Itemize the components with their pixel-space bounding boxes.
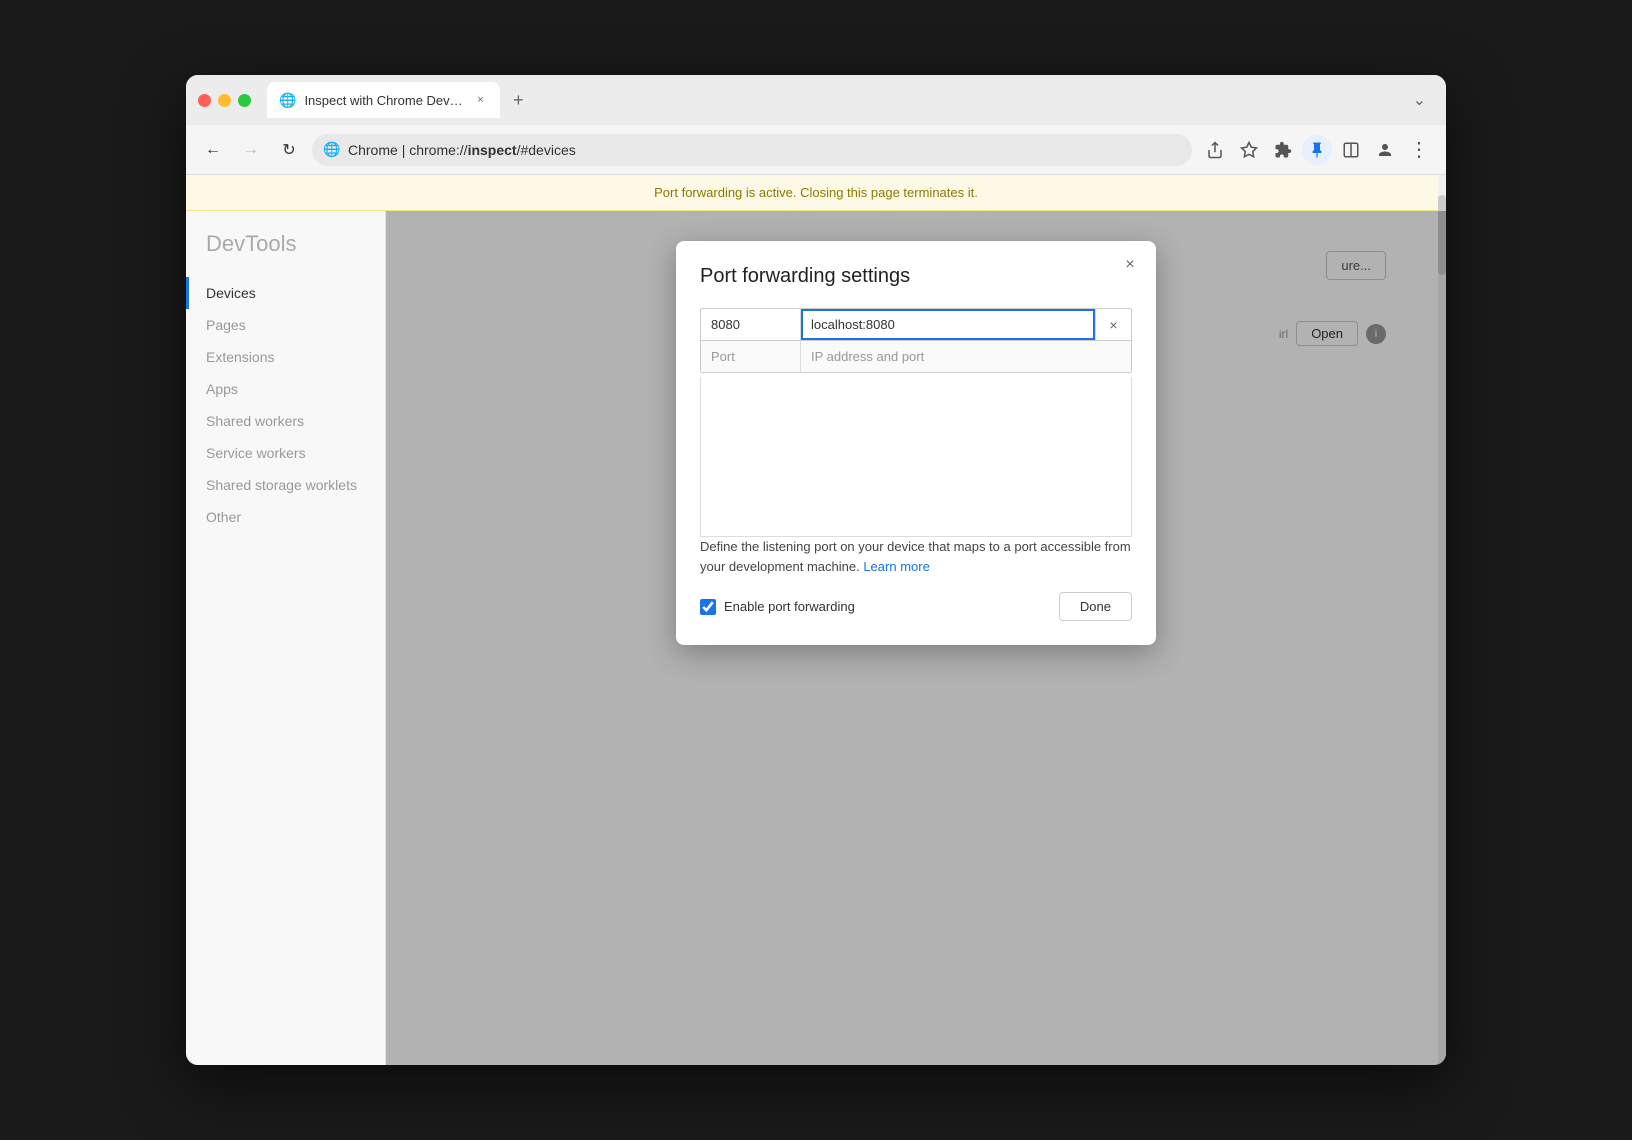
learn-more-link[interactable]: Learn more [863,559,929,574]
delete-row-button[interactable]: × [1095,309,1131,340]
sidebar: DevTools Devices Pages Extensions Apps S… [186,211,386,1065]
port-input[interactable] [701,309,800,340]
split-button[interactable] [1336,135,1366,165]
enable-port-forwarding-checkbox[interactable] [700,599,716,615]
extensions-button[interactable] [1268,135,1298,165]
main-area: DevTools Devices Pages Extensions Apps S… [186,211,1446,1065]
modal-footer: Enable port forwarding Done [700,592,1132,621]
modal-description: Define the listening port on your device… [700,537,1132,576]
address-bar[interactable]: 🌐 Chrome | chrome://inspect/#devices [312,134,1192,166]
port-placeholder-label: Port [701,341,801,372]
enable-port-forwarding-label[interactable]: Enable port forwarding [700,599,1047,615]
sidebar-item-shared-workers[interactable]: Shared workers [186,405,385,437]
browser-window: 🌐 Inspect with Chrome Develope × + ⌄ ← →… [186,75,1446,1065]
tab-list-button[interactable]: ⌄ [1405,86,1434,114]
forward-button[interactable]: → [236,135,266,165]
sidebar-item-apps[interactable]: Apps [186,373,385,405]
port-forwarding-placeholder-row: Port IP address and port [701,341,1131,372]
reload-button[interactable]: ↻ [274,135,304,165]
close-traffic-light[interactable] [198,94,211,107]
sidebar-item-other[interactable]: Other [186,501,385,533]
new-tab-button[interactable]: + [504,86,532,114]
port-forwarding-row: × [701,309,1131,341]
active-tab[interactable]: 🌐 Inspect with Chrome Develope × [267,82,500,118]
modal-overlay: × Port forwarding settings [386,211,1446,1065]
tab-title: Inspect with Chrome Develope [304,93,464,108]
bookmark-button[interactable] [1234,135,1264,165]
traffic-lights [198,94,251,107]
address-url-suffix: /#devices [517,142,576,158]
sidebar-item-pages[interactable]: Pages [186,309,385,341]
port-forwarding-banner: Port forwarding is active. Closing this … [186,175,1446,211]
port-forwarding-empty-area [700,377,1132,537]
modal-close-button[interactable]: × [1118,253,1142,277]
tab-favicon: 🌐 [279,92,296,109]
sidebar-item-extensions[interactable]: Extensions [186,341,385,373]
address-url-prefix: chrome:// [409,142,467,158]
address-url-bold: inspect [468,142,517,158]
sidebar-title: DevTools [186,231,385,277]
back-button[interactable]: ← [198,135,228,165]
menu-button[interactable]: ⋮ [1404,135,1434,165]
title-bar: 🌐 Inspect with Chrome Develope × + ⌄ [186,75,1446,125]
extension-pin-button[interactable] [1302,135,1332,165]
addr-placeholder-label: IP address and port [801,341,1131,372]
port-cell[interactable] [701,309,801,340]
modal-title: Port forwarding settings [700,265,1132,288]
address-text: Chrome | chrome://inspect/#devices [348,142,576,158]
port-forwarding-entries: × Port IP address and port [700,308,1132,373]
tab-bar: 🌐 Inspect with Chrome Develope × + ⌄ [267,82,1434,118]
nav-actions: ⋮ [1200,135,1434,165]
profile-button[interactable] [1370,135,1400,165]
addr-input[interactable] [801,309,1095,340]
page-content: Port forwarding is active. Closing this … [186,175,1446,1065]
nav-bar: ← → ↻ 🌐 Chrome | chrome://inspect/#devic… [186,125,1446,175]
address-brand: Chrome [348,142,398,158]
content-area: ure... irl Open i × Port forwarding sett… [386,211,1446,1065]
address-favicon: 🌐 [324,142,340,158]
sidebar-item-shared-storage[interactable]: Shared storage worklets [186,469,385,501]
banner-text: Port forwarding is active. Closing this … [654,185,978,200]
minimize-traffic-light[interactable] [218,94,231,107]
done-button[interactable]: Done [1059,592,1132,621]
sidebar-item-service-workers[interactable]: Service workers [186,437,385,469]
share-button[interactable] [1200,135,1230,165]
port-forwarding-modal: × Port forwarding settings [676,241,1156,645]
maximize-traffic-light[interactable] [238,94,251,107]
checkbox-label-text: Enable port forwarding [724,599,855,614]
tab-close-button[interactable]: × [472,92,488,108]
sidebar-item-devices[interactable]: Devices [186,277,385,309]
addr-cell[interactable] [801,309,1095,340]
